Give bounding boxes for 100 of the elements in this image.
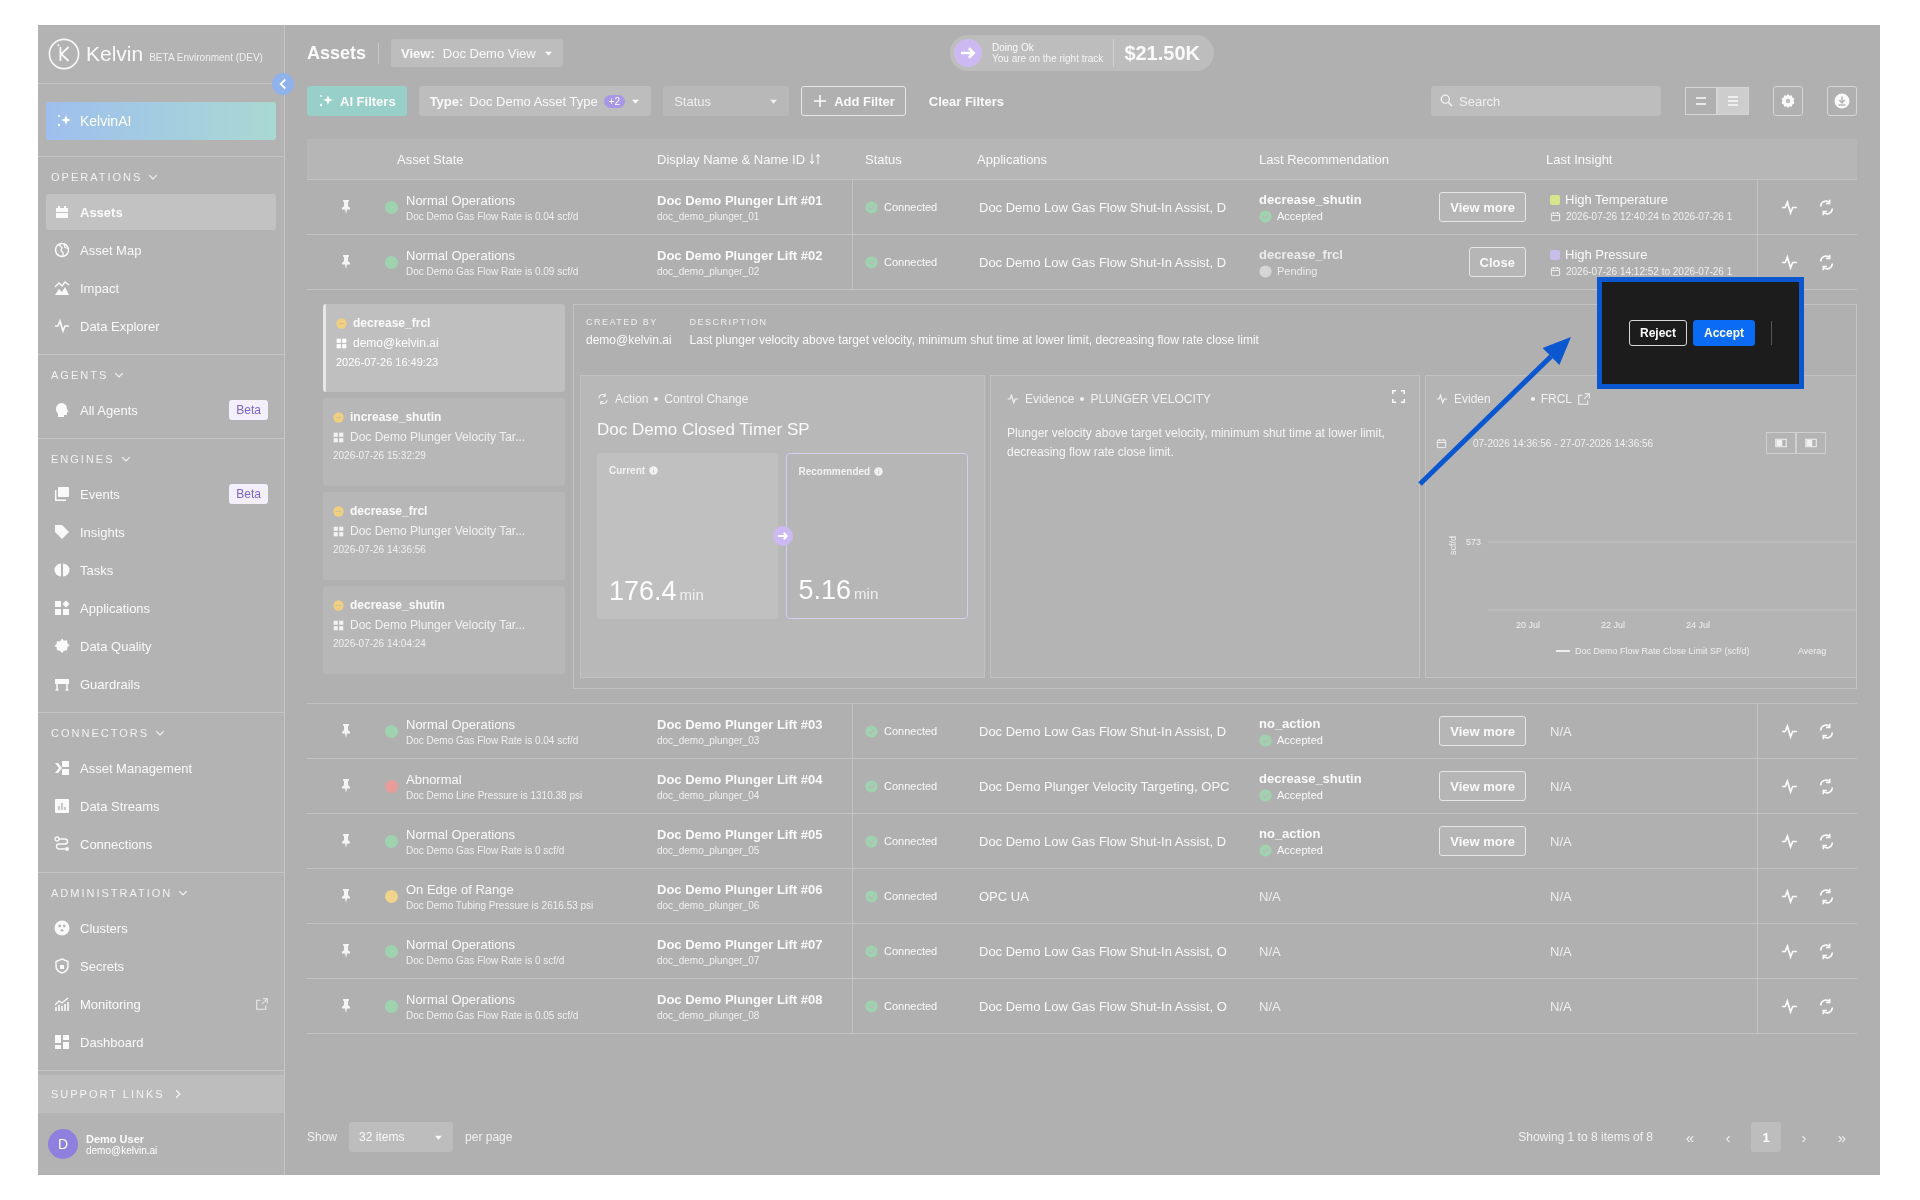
nav-item[interactable]: Impact	[46, 270, 276, 306]
column-header[interactable]: Last Insight	[1534, 139, 1757, 179]
clear-filters-link[interactable]: Clear Filters	[917, 86, 1015, 116]
previous-page-button[interactable]: ‹	[1713, 1122, 1743, 1152]
column-header[interactable]: Asset State	[385, 139, 645, 179]
empty-value: N/A	[1550, 888, 1572, 904]
page-size-select[interactable]: 32 items	[349, 1122, 454, 1152]
applications-text: Doc Demo Low Gas Flow Shut-In Assist, D	[979, 723, 1227, 739]
section-header[interactable]: OPERATIONS	[46, 162, 164, 192]
view-more-button[interactable]: View more	[1439, 716, 1526, 746]
nav-item[interactable]: Monitoring	[46, 986, 276, 1022]
nav-item[interactable]: Assets	[46, 194, 276, 230]
applications-text: Doc Demo Low Gas Flow Shut-In Assist, D	[979, 254, 1227, 270]
status-title: Doing Ok	[992, 42, 1035, 53]
recommendation-status: Accepted	[1277, 210, 1323, 222]
applications-text: Doc Demo Plunger Velocity Targeting, OPC	[979, 778, 1230, 794]
add-filter-button[interactable]: Add Filter	[801, 86, 906, 116]
connection-status: Connected	[884, 256, 938, 268]
connection-status: Connected	[884, 725, 938, 737]
view-more-button[interactable]: View more	[1439, 192, 1526, 222]
applications-text: Doc Demo Low Gas Flow Shut-In Assist, D	[979, 833, 1227, 849]
column-header[interactable]: Status	[853, 139, 965, 179]
type-filter[interactable]: Type:Doc Demo Asset Type +2	[418, 86, 652, 116]
section-header[interactable]: AGENTS	[46, 360, 130, 390]
connection-status: Connected	[884, 945, 938, 957]
brand-name: Kelvin	[86, 42, 144, 66]
recommendation-name: no_action	[1259, 715, 1322, 731]
recommendation-name: decrease_shutin	[1259, 770, 1362, 786]
view-more-button[interactable]: View more	[1439, 771, 1526, 801]
next-page-button[interactable]: ›	[1789, 1122, 1819, 1152]
action-title: Doc Demo Closed Timer SP	[597, 420, 811, 440]
recommendation-status: Accepted	[1277, 789, 1323, 801]
view-more-button[interactable]: View more	[1439, 826, 1526, 856]
empty-value: N/A	[1550, 778, 1572, 794]
date-range: 07-2026 14:36:56 - 27-07-2026 14:36:56	[1473, 437, 1654, 449]
connection-status: Connected	[884, 890, 938, 902]
connection-status: Connected	[884, 1000, 938, 1012]
asset-state: Normal Operations	[406, 826, 517, 842]
asset-id: doc_demo_plunger_06	[657, 899, 760, 911]
insight-time-range: 2026-07-26 12:40:24 to 2026-07-26 1	[1566, 211, 1733, 222]
empty-value: N/A	[1259, 888, 1281, 904]
insight-time-range: 2026-07-26 14:12:52 to 2026-07-26 1	[1566, 266, 1733, 277]
asset-id: doc_demo_plunger_08	[657, 1009, 760, 1021]
section-header[interactable]: ENGINES	[46, 444, 136, 474]
recommendation-name: decrease_shutin	[1259, 191, 1362, 207]
value-label: Recommended	[798, 466, 871, 477]
ai-filters-button[interactable]: AI Filters	[307, 86, 407, 116]
asset-state: Normal Operations	[406, 991, 517, 1007]
nav-item[interactable]: Data Explorer	[46, 308, 276, 344]
recommendation-name: decrease_frcl	[350, 504, 428, 518]
close-button[interactable]: Close	[1468, 247, 1526, 277]
asset-state: Normal Operations	[406, 716, 517, 732]
card-label: Eviden	[1454, 392, 1491, 406]
nav-item[interactable]: Secrets	[46, 948, 276, 984]
nav-item[interactable]: Tasks	[46, 552, 276, 588]
last-page-button[interactable]: »	[1827, 1122, 1857, 1152]
nav-item[interactable]: Applications	[46, 590, 276, 626]
beta-badge: Beta	[229, 400, 268, 420]
environment-label: BETA Environment (DEV)	[149, 51, 263, 63]
nav-item[interactable]: Guardrails	[46, 666, 276, 702]
recommendation-status: Accepted	[1277, 734, 1323, 746]
nav-item[interactable]: Data Quality	[46, 628, 276, 664]
nav-item[interactable]: Insights	[46, 514, 276, 550]
recommendation-item[interactable]: decrease_frcl demo@kelvin.ai 2026-07-26 16:49:23	[323, 304, 565, 392]
nav-item[interactable]: Dashboard	[46, 1024, 276, 1060]
recommendation-name: increase_shutin	[350, 410, 442, 424]
nav-item[interactable]: Data Streams	[46, 788, 276, 824]
nav-item[interactable]: Connections	[46, 826, 276, 862]
per-page-label: per page	[465, 1130, 513, 1144]
kelvinai-button[interactable]: KelvinAI	[46, 102, 276, 140]
section-header[interactable]: ADMINISTRATION	[46, 878, 194, 908]
asset-state: Normal Operations	[406, 936, 517, 952]
column-header[interactable]: Last Recommendation	[1247, 139, 1534, 179]
nav-item[interactable]: All Agents Beta	[46, 392, 276, 428]
nav-item[interactable]: Events Beta	[46, 476, 276, 512]
page-title: Assets	[307, 42, 380, 64]
column-header[interactable]: Display Name & Name ID	[645, 139, 853, 179]
reject-button[interactable]: Reject	[1628, 320, 1687, 346]
first-page-button[interactable]: «	[1675, 1122, 1705, 1152]
nav-item[interactable]: Clusters	[46, 910, 276, 946]
nav-item[interactable]: Asset Management	[46, 750, 276, 786]
page-button[interactable]: 1	[1751, 1122, 1781, 1152]
nav-item[interactable]: Asset Map	[46, 232, 276, 268]
view-dropdown[interactable]: View:Doc Demo View	[391, 39, 563, 67]
connection-status: Connected	[884, 780, 938, 792]
empty-value: N/A	[1259, 943, 1281, 959]
section-header[interactable]: CONNECTORS	[46, 718, 171, 748]
accept-button[interactable]: Accept	[1693, 320, 1755, 346]
recommendation-name: no_action	[1259, 825, 1322, 841]
asset-state: On Edge of Range	[406, 881, 515, 897]
asset-name: Doc Demo Plunger Lift #02	[657, 247, 823, 263]
applications-text: Doc Demo Low Gas Flow Shut-In Assist, O	[979, 998, 1227, 1014]
empty-value: N/A	[1259, 998, 1281, 1014]
avatar[interactable]: D	[48, 1129, 78, 1159]
beta-badge: Beta	[229, 484, 268, 504]
empty-value: N/A	[1550, 943, 1572, 959]
field-label: DESCRIPTION	[689, 317, 769, 327]
evidence-name: PLUNGER VELOCITY	[1090, 392, 1212, 406]
column-header[interactable]: Applications	[965, 139, 1247, 179]
asset-name: Doc Demo Plunger Lift #05	[657, 826, 823, 842]
